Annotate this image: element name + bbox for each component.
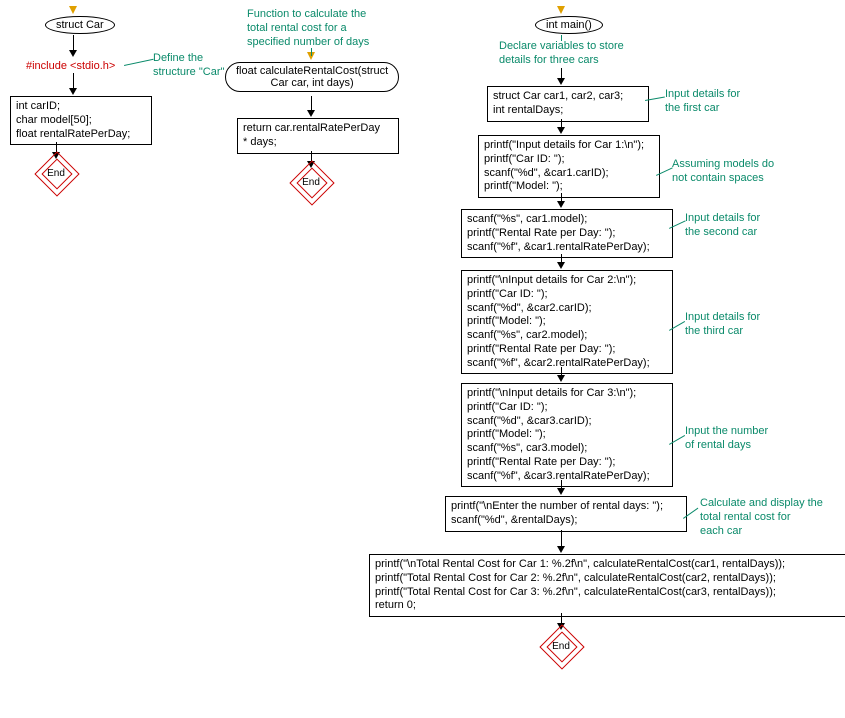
include-statement: #include <stdio.h> <box>26 60 115 72</box>
end-node-col3: End <box>546 631 576 661</box>
arrowhead <box>557 201 565 208</box>
main-terminal: int main() <box>535 16 603 34</box>
input2-block: printf("\nInput details for Car 2:\n"); … <box>461 270 673 374</box>
input3-block: printf("\nInput details for Car 3:\n"); … <box>461 383 673 487</box>
comment-calculate: Calculate and display the total rental c… <box>700 497 823 538</box>
arrowhead <box>557 78 565 85</box>
input1b-block: scanf("%s", car1.model); printf("Rental … <box>461 209 673 258</box>
arrowhead <box>307 110 315 117</box>
struct-body-block: int carID; char model[50]; float rentalR… <box>10 96 152 145</box>
entry-arrow-col1 <box>69 6 77 14</box>
entry-arrow-col3 <box>557 6 565 14</box>
comment-define-struct: Define the structure "Car" <box>153 52 224 80</box>
end-node-col2: End <box>296 167 326 197</box>
comment-declare-vars: Declare variables to store details for t… <box>499 40 624 68</box>
struct-car-terminal: struct Car <box>45 16 115 34</box>
func-header-terminal: float calculateRentalCost(struct Car car… <box>225 62 399 92</box>
comment-input-car2: Input details for the second car <box>685 212 760 240</box>
comment-rental-days: Input the number of rental days <box>685 425 768 453</box>
arrowhead <box>557 127 565 134</box>
arrowhead <box>557 488 565 495</box>
comment-input-car3: Input details for the third car <box>685 311 760 339</box>
comment-input-car1: Input details for the first car <box>665 88 740 116</box>
end-node-col1: End <box>41 158 71 188</box>
comment-assume-spaces: Assuming models do not contain spaces <box>672 158 774 186</box>
comment-connector <box>124 59 154 66</box>
arrowhead <box>557 546 565 553</box>
calculate-block: printf("\nTotal Rental Cost for Car 1: %… <box>369 554 845 617</box>
input1a-block: printf("Input details for Car 1:\n"); pr… <box>478 135 660 198</box>
declare-block: struct Car car1, car2, car3; int rentalD… <box>487 86 649 122</box>
arrowhead <box>557 262 565 269</box>
comment-function-desc: Function to calculate the total rental c… <box>247 8 369 49</box>
comment-connector <box>561 35 563 41</box>
arrowhead <box>557 375 565 382</box>
func-body-block: return car.rentalRatePerDay * days; <box>237 118 399 154</box>
arrowhead <box>69 88 77 95</box>
rental-days-block: printf("\nEnter the number of rental day… <box>445 496 687 532</box>
arrowhead <box>69 50 77 57</box>
comment-connector <box>311 48 313 56</box>
